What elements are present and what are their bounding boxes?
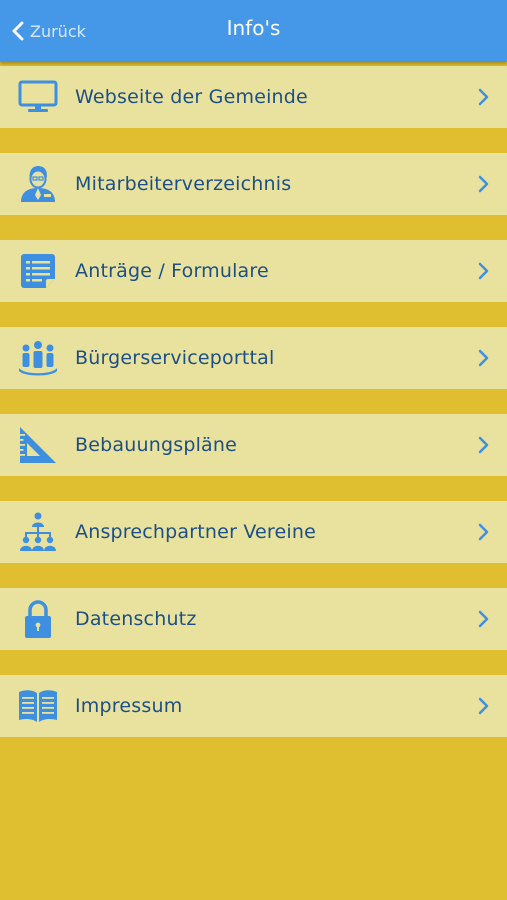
- monitor-icon: [18, 78, 58, 116]
- menu-item-datenschutz[interactable]: Datenschutz: [0, 588, 507, 650]
- info-menu-list: Webseite der Gemeinde Mitarbeiterverzeic…: [0, 66, 507, 737]
- menu-item-buergerservice[interactable]: Bürgerserviceporttal: [0, 327, 507, 389]
- menu-item-mitarbeiter[interactable]: Mitarbeiterverzeichnis: [0, 153, 507, 215]
- chevron-right-icon: [477, 175, 489, 193]
- chevron-right-icon: [477, 697, 489, 715]
- chevron-right-icon: [477, 436, 489, 454]
- set-square-icon: [18, 426, 58, 464]
- chevron-right-icon: [477, 610, 489, 628]
- chevron-right-icon: [477, 349, 489, 367]
- org-chart-icon: [18, 512, 58, 551]
- chevron-right-icon: [477, 523, 489, 541]
- chevron-right-icon: [477, 88, 489, 106]
- chevron-right-icon: [477, 262, 489, 280]
- page-title: Info's: [226, 16, 281, 40]
- menu-item-label: Webseite der Gemeinde: [75, 86, 308, 108]
- menu-item-bebauungsplaene[interactable]: Bebauungspläne: [0, 414, 507, 476]
- menu-item-antraege[interactable]: Anträge / Formulare: [0, 240, 507, 302]
- menu-item-label: Mitarbeiterverzeichnis: [75, 173, 292, 195]
- menu-item-webseite[interactable]: Webseite der Gemeinde: [0, 66, 507, 128]
- padlock-icon: [18, 600, 58, 638]
- menu-item-impressum[interactable]: Impressum: [0, 675, 507, 737]
- citizens-group-icon: [18, 339, 58, 377]
- employee-icon: [18, 165, 58, 203]
- open-book-icon: [18, 687, 58, 725]
- menu-item-label: Bürgerserviceporttal: [75, 347, 275, 369]
- menu-item-label: Ansprechpartner Vereine: [75, 521, 317, 543]
- menu-item-ansprechpartner[interactable]: Ansprechpartner Vereine: [0, 501, 507, 563]
- menu-item-label: Impressum: [75, 695, 183, 717]
- form-icon: [18, 252, 58, 290]
- menu-item-label: Datenschutz: [75, 608, 197, 630]
- menu-item-label: Anträge / Formulare: [75, 260, 269, 282]
- menu-item-label: Bebauungspläne: [75, 434, 238, 456]
- navigation-bar: Zurück Info's: [0, 0, 507, 62]
